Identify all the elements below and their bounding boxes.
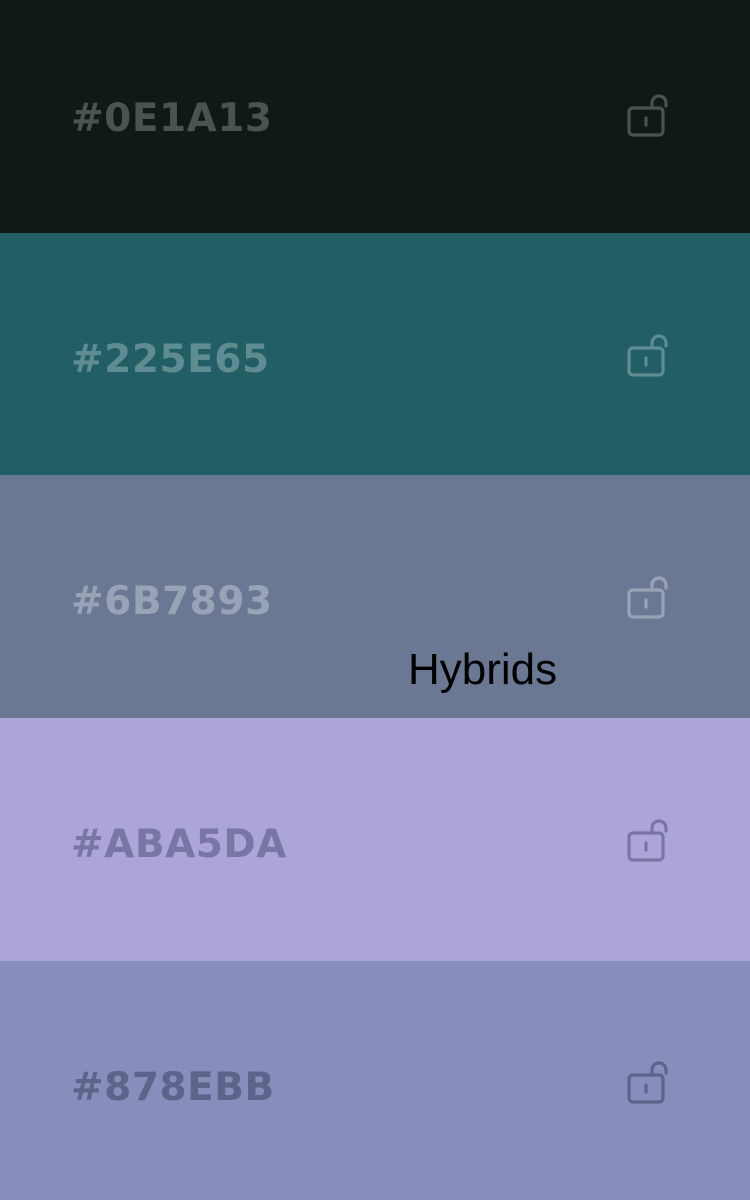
hex-code-label[interactable]: #0E1A13 [71, 99, 273, 138]
hex-code-label[interactable]: #225E65 [71, 340, 270, 379]
color-swatch[interactable]: #0E1A13 [0, 0, 750, 233]
unlocked-padlock-icon[interactable] [624, 94, 670, 140]
color-swatch[interactable]: #ABA5DA [0, 718, 750, 961]
hex-code-label[interactable]: #ABA5DA [71, 825, 287, 864]
color-palette: #0E1A13 #225E65 #6B7893 #ABA5DA #878EBB [0, 0, 750, 1200]
unlocked-padlock-icon[interactable] [624, 334, 670, 380]
palette-name-label: Hybrids [408, 645, 558, 694]
unlocked-padlock-icon[interactable] [624, 1061, 670, 1107]
hex-code-label[interactable]: #878EBB [71, 1068, 275, 1107]
unlocked-padlock-icon[interactable] [624, 819, 670, 865]
hex-code-label[interactable]: #6B7893 [71, 582, 273, 621]
color-swatch[interactable]: #225E65 [0, 233, 750, 475]
color-swatch[interactable]: #6B7893 [0, 475, 750, 718]
color-swatch[interactable]: #878EBB [0, 961, 750, 1200]
unlocked-padlock-icon[interactable] [624, 576, 670, 622]
